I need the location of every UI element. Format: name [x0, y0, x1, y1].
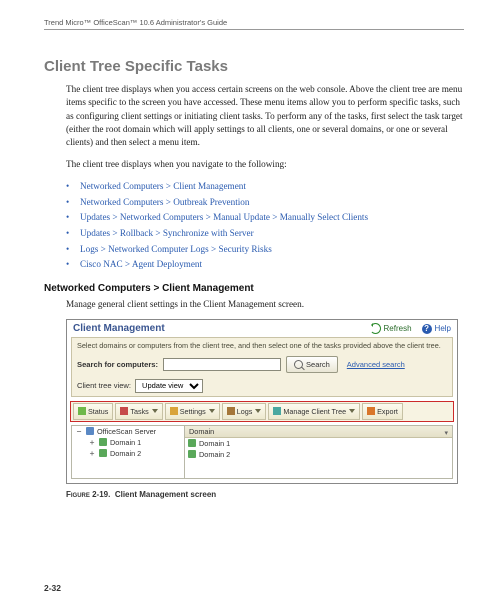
help-link[interactable]: ? Help [422, 324, 451, 334]
refresh-icon [370, 323, 381, 334]
nav-link-list: Networked Computers > Client Management … [66, 179, 464, 273]
detail-pane: Domain ▾ Domain 1 Domain 2 [184, 425, 453, 479]
server-tree-pane: − OfficeScan Server + Domain 1 + Domain 2 [71, 425, 184, 479]
export-button[interactable]: Export [362, 403, 403, 420]
domain-node[interactable]: + Domain 2 [72, 448, 184, 459]
section-title: Client Tree Specific Tasks [44, 58, 464, 75]
intro-paragraph: The client tree displays when you access… [66, 83, 464, 150]
column-header-label: Domain [189, 427, 214, 436]
tasks-icon [120, 407, 128, 415]
chevron-down-icon [209, 409, 215, 413]
page-number: 2-32 [44, 583, 61, 593]
figure-caption-text: Client Management screen [115, 490, 216, 499]
logs-icon [227, 407, 235, 415]
search-label: Search for computers: [77, 360, 158, 369]
list-item[interactable]: Domain 2 [185, 449, 452, 460]
nav-link[interactable]: Updates > Networked Computers > Manual U… [66, 210, 464, 226]
manage-tree-label: Manage Client Tree [283, 407, 346, 416]
subsection-heading: Networked Computers > Client Management [44, 283, 464, 294]
domain-node[interactable]: + Domain 1 [72, 437, 184, 448]
search-button[interactable]: Search [286, 356, 338, 373]
collapse-icon[interactable]: − [75, 427, 83, 436]
logs-label: Logs [237, 407, 253, 416]
panel-title: Client Management [73, 323, 165, 334]
logs-button[interactable]: Logs [222, 403, 267, 420]
instruction-text: Select domains or computers from the cli… [77, 341, 447, 350]
sort-icon: ▾ [444, 429, 448, 437]
status-label: Status [88, 407, 108, 416]
domain-icon [188, 439, 196, 447]
column-header[interactable]: Domain ▾ [185, 426, 452, 438]
refresh-link[interactable]: Refresh [370, 323, 412, 334]
domain-icon [99, 438, 107, 446]
list-item-label: Domain 2 [199, 450, 230, 459]
settings-button[interactable]: Settings [165, 403, 220, 420]
subsection-text: Manage general client settings in the Cl… [66, 298, 464, 311]
tree-icon [273, 407, 281, 415]
domain-node-label: Domain 2 [110, 449, 141, 458]
chevron-down-icon [152, 409, 158, 413]
client-management-figure: Client Management Refresh ? Help Select … [66, 319, 458, 483]
help-label: Help [435, 324, 451, 333]
manage-tree-button[interactable]: Manage Client Tree [268, 403, 360, 420]
settings-icon [170, 407, 178, 415]
chevron-down-icon [349, 409, 355, 413]
status-icon [78, 407, 86, 415]
domain-icon [99, 449, 107, 457]
domain-icon [188, 450, 196, 458]
list-item-label: Domain 1 [199, 439, 230, 448]
figure-caption: Figure 2-19. Client Management screen [66, 490, 464, 499]
lead-in-paragraph: The client tree displays when you naviga… [66, 158, 464, 171]
export-icon [367, 407, 375, 415]
running-header: Trend Micro™ OfficeScan™ 10.6 Administra… [44, 18, 464, 30]
nav-link[interactable]: Networked Computers > Client Management [66, 179, 464, 195]
nav-link[interactable]: Cisco NAC > Agent Deployment [66, 257, 464, 273]
nav-link[interactable]: Logs > Networked Computer Logs > Securit… [66, 242, 464, 258]
server-icon [86, 427, 94, 435]
chevron-down-icon [255, 409, 261, 413]
search-button-label: Search [306, 360, 330, 369]
refresh-label: Refresh [384, 324, 412, 333]
tasks-label: Tasks [130, 407, 148, 416]
advanced-search-link[interactable]: Advanced search [347, 360, 405, 369]
help-icon: ? [422, 324, 432, 334]
tree-view-label: Client tree view: [77, 381, 131, 390]
root-node[interactable]: − OfficeScan Server [72, 426, 184, 437]
action-toolbar: Status Tasks Settings Logs Manage Client… [70, 401, 454, 422]
tree-view-select[interactable]: Update view [135, 379, 203, 393]
search-icon [294, 360, 303, 369]
domain-node-label: Domain 1 [110, 438, 141, 447]
status-button[interactable]: Status [73, 403, 113, 420]
search-input[interactable] [163, 358, 281, 371]
nav-link[interactable]: Updates > Rollback > Synchronize with Se… [66, 226, 464, 242]
settings-label: Settings [180, 407, 206, 416]
figure-number: Figure 2-19. [66, 490, 110, 499]
list-item[interactable]: Domain 1 [185, 438, 452, 449]
nav-link[interactable]: Networked Computers > Outbreak Preventio… [66, 195, 464, 211]
expand-icon[interactable]: + [88, 438, 96, 447]
tasks-button[interactable]: Tasks [115, 403, 162, 420]
export-label: Export [377, 407, 398, 416]
root-node-label: OfficeScan Server [97, 427, 156, 436]
expand-icon[interactable]: + [88, 449, 96, 458]
